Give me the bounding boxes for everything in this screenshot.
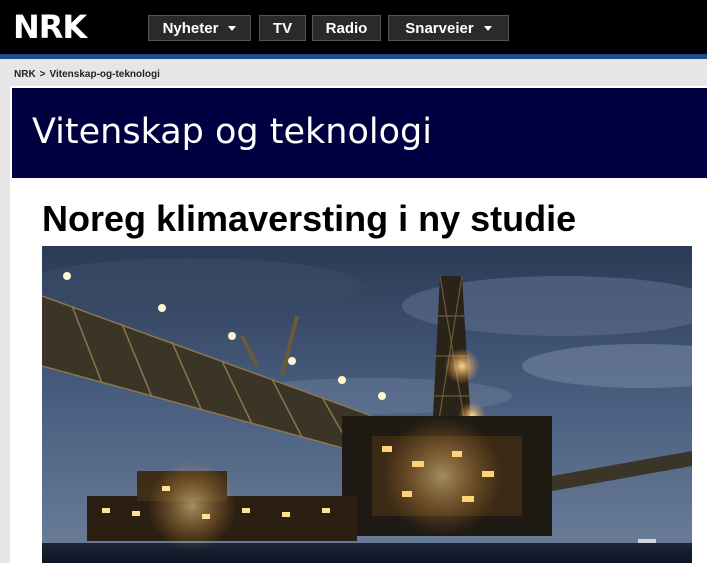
main-content: Vitenskap og teknologi Noreg klimaversti… <box>10 86 707 563</box>
breadcrumb-current-link[interactable]: Vitenskap-og-teknologi <box>50 69 160 80</box>
section-title[interactable]: Vitenskap og teknologi <box>32 112 432 152</box>
chevron-down-icon <box>228 26 237 31</box>
top-navigation-bar: NRK Nyheter TV Radio Snarveier <box>0 0 707 54</box>
nrk-logo[interactable]: NRK <box>13 11 87 43</box>
section-banner: Vitenskap og teknologi <box>12 88 707 178</box>
header-accent-line <box>0 54 707 59</box>
article-headline[interactable]: Noreg klimaversting i ny studie <box>42 199 576 239</box>
nav-item-label: TV <box>272 19 293 37</box>
breadcrumb-separator: > <box>39 69 46 80</box>
nav-item-label: Radio <box>325 19 368 37</box>
nav-item-radio[interactable]: Radio <box>312 15 381 41</box>
nav-item-label: Nyheter <box>162 19 219 37</box>
chevron-down-icon <box>483 26 492 31</box>
nav-item-nyheter[interactable]: Nyheter <box>148 15 251 41</box>
nav-item-label: Snarveier <box>405 19 474 37</box>
article-hero-image[interactable] <box>42 246 692 563</box>
breadcrumb-root-link[interactable]: NRK <box>14 69 36 80</box>
nav-item-snarveier[interactable]: Snarveier <box>388 15 509 41</box>
breadcrumb: NRK > Vitenskap-og-teknologi <box>14 69 160 80</box>
nav-item-tv[interactable]: TV <box>259 15 306 41</box>
